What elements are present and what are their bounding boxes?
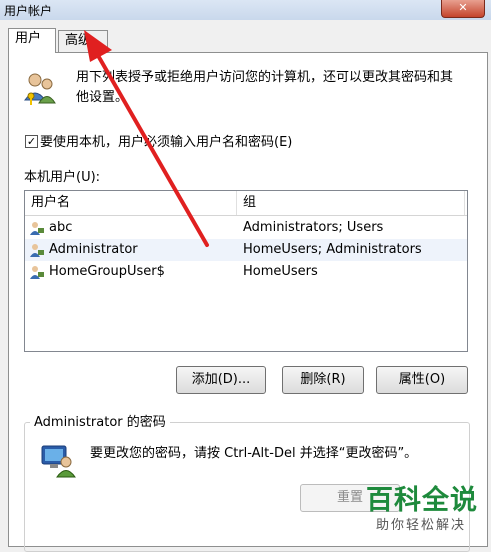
table-row[interactable]: HomeGroupUser$ HomeUsers [25, 261, 467, 283]
require-login-checkbox[interactable]: ✓ [25, 135, 38, 148]
users-list[interactable]: 用户名 组 abc Administrators; Users Administ… [24, 190, 468, 352]
password-group-title: Administrator 的密码 [30, 411, 170, 430]
user-group: HomeUsers [243, 264, 318, 279]
user-name: Administrator [49, 242, 138, 257]
intro-text: 用下列表授予或拒绝用户访问您的计算机，还可以更改其密码和其他设置。 [76, 70, 454, 105]
close-button[interactable]: ✕ [441, 0, 485, 18]
watermark-title: 百科全说 [366, 485, 478, 516]
users-list-label: 本机用户(U): [24, 170, 101, 185]
user-name: abc [49, 220, 73, 235]
tab-users[interactable]: 用户 [8, 28, 56, 53]
user-name: HomeGroupUser$ [49, 264, 165, 279]
list-header: 用户名 组 [25, 191, 467, 216]
watermark-logo: 百科全说 助你轻松解决 [362, 478, 482, 538]
table-row[interactable]: abc Administrators; Users [25, 217, 467, 239]
delete-user-button[interactable]: 删除(R) [282, 366, 364, 394]
window-title: 用户帐户 [4, 4, 53, 18]
password-instructions: 要更改您的密码，请按 Ctrl-Alt-Del 并选择“更改密码”。 [90, 446, 418, 461]
users-icon [24, 73, 56, 105]
tab-advanced[interactable]: 高级 [58, 30, 108, 52]
user-icon [30, 244, 44, 257]
user-group: Administrators; Users [243, 220, 384, 235]
watermark-subtitle: 助你轻松解决 [376, 518, 467, 533]
user-icon [30, 266, 44, 279]
column-username[interactable]: 用户名 [25, 191, 237, 215]
properties-button[interactable]: 属性(O) [376, 366, 468, 394]
title-bar: 用户帐户 ✕ [0, 0, 491, 20]
table-row-selected[interactable]: Administrator HomeUsers; Administrators [25, 239, 467, 261]
add-user-button[interactable]: 添加(D)... [176, 366, 266, 394]
computer-user-icon [41, 445, 76, 478]
user-icon [30, 222, 44, 235]
user-group: HomeUsers; Administrators [243, 242, 422, 257]
column-group[interactable]: 组 [237, 191, 465, 215]
require-login-label: 要使用本机，用户必须输入用户名和密码(E) [40, 135, 293, 150]
